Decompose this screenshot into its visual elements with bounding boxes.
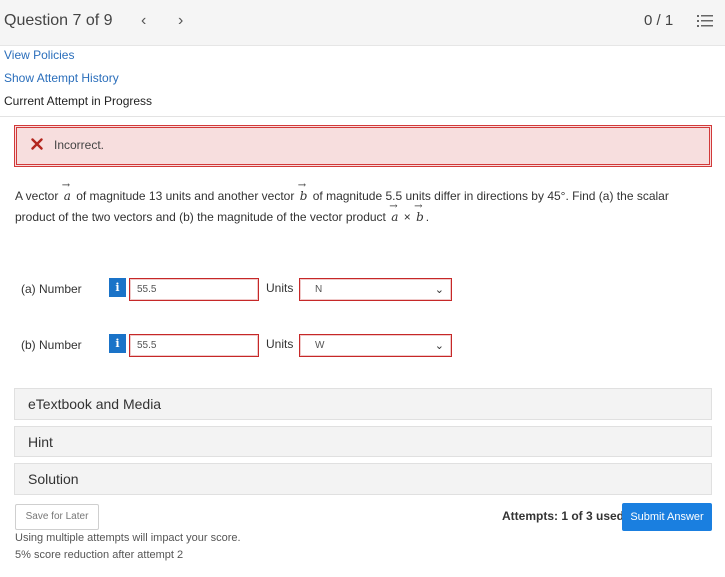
next-question-button[interactable]: ›: [178, 12, 183, 30]
selected-unit: W: [315, 340, 325, 351]
answer-b-label: (b) Number: [21, 338, 82, 352]
attempt-status: Current Attempt in Progress: [4, 94, 153, 108]
answer-b-number-input[interactable]: [129, 334, 259, 357]
feedback-banner: Incorrect.: [14, 125, 712, 167]
question-text-part: of magnitude 13 units and another vector: [76, 189, 295, 203]
show-attempt-history-link[interactable]: Show Attempt History: [4, 71, 119, 85]
info-icon[interactable]: i: [109, 278, 126, 297]
score-reduction-note: 5% score reduction after attempt 2: [15, 549, 184, 561]
divider: [0, 116, 725, 117]
question-text: A vector a of magnitude 13 units and ano…: [15, 175, 705, 228]
info-icon[interactable]: i: [109, 334, 126, 353]
cross-product-sign: ×: [403, 210, 411, 224]
chevron-down-icon: ⌄: [434, 284, 444, 296]
submit-answer-button[interactable]: Submit Answer: [622, 503, 712, 531]
question-text-part: .: [425, 210, 430, 224]
close-icon: [31, 138, 43, 150]
answer-a-units-select[interactable]: N ⌄: [299, 278, 452, 301]
question-counter: Question 7 of 9: [4, 12, 113, 29]
vector-b: b: [414, 196, 426, 228]
question-score: 0 / 1: [644, 12, 674, 29]
answer-a-units-label: Units: [266, 281, 294, 295]
save-for-later-button[interactable]: Save for Later: [15, 504, 99, 530]
list-icon[interactable]: [697, 13, 713, 29]
attempts-counter: Attempts: 1 of 3 used: [502, 509, 625, 523]
solution-panel[interactable]: Solution: [14, 463, 712, 495]
hint-panel[interactable]: Hint: [14, 426, 712, 457]
vector-a: a: [389, 196, 400, 228]
view-policies-link[interactable]: View Policies: [4, 48, 74, 62]
selected-unit: N: [315, 284, 323, 295]
answer-b-units-select[interactable]: W ⌄: [299, 334, 452, 357]
previous-question-button[interactable]: ‹: [141, 12, 146, 30]
chevron-down-icon: ⌄: [434, 340, 444, 352]
answer-a-number-input[interactable]: [129, 278, 259, 301]
attempts-note: Using multiple attempts will impact your…: [15, 532, 241, 544]
etextbook-panel[interactable]: eTextbook and Media: [14, 388, 712, 420]
question-header: Question 7 of 9 ‹ › 0 / 1: [0, 0, 725, 46]
vector-b: b: [298, 175, 310, 207]
feedback-text: Incorrect.: [54, 138, 105, 152]
answer-a-label: (a) Number: [21, 282, 82, 296]
vector-a: a: [62, 175, 73, 207]
question-text-part: A vector: [15, 189, 59, 203]
answer-b-units-label: Units: [266, 337, 294, 351]
